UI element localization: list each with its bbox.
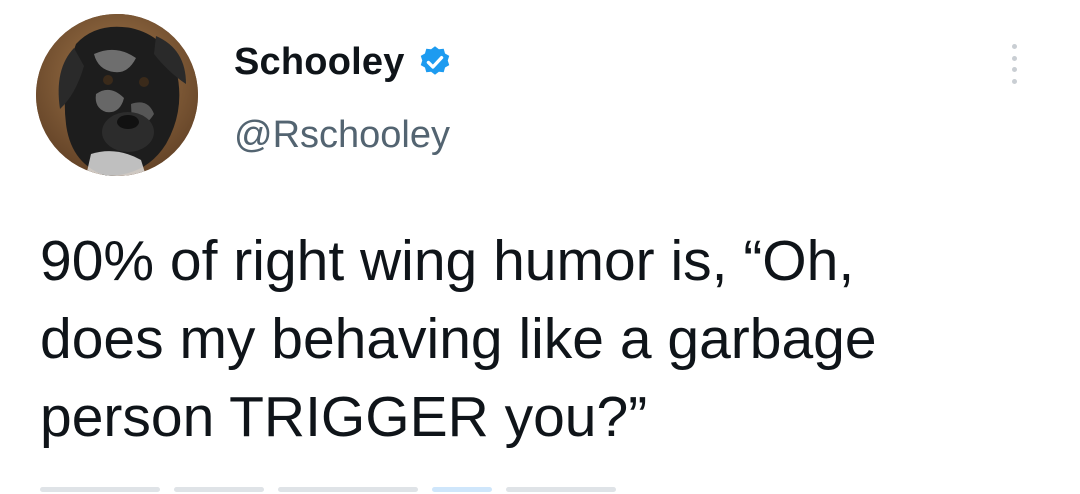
tweet-text: 90% of right wing humor is, “Oh, does my… <box>40 229 877 449</box>
avatar[interactable] <box>36 14 198 176</box>
author-name-row: Schooley <box>234 38 453 86</box>
tweet-actions-strip <box>40 487 740 494</box>
author-handle[interactable]: @Rschooley <box>234 114 450 157</box>
tweet-card: Schooley @Rschooley 90% of right wing hu… <box>0 0 1080 494</box>
verified-badge-icon <box>417 44 453 80</box>
more-options-icon[interactable] <box>1006 44 1022 84</box>
dog-avatar-icon <box>36 14 198 176</box>
author-display-name[interactable]: Schooley <box>234 41 405 84</box>
